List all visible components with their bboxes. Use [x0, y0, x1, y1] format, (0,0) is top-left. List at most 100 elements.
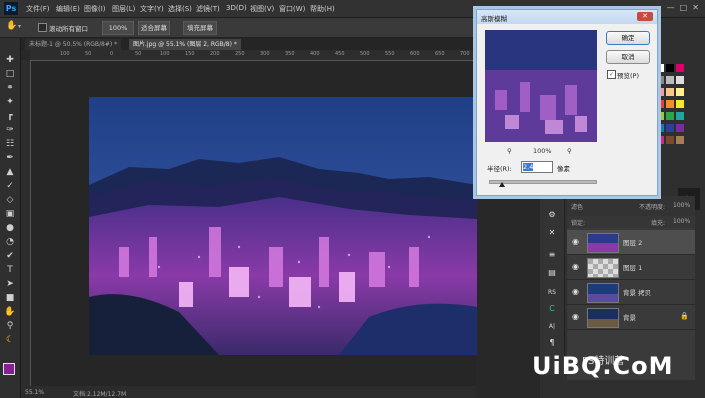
menu-select[interactable]: 选择(S)	[168, 4, 192, 14]
tools-cross-icon[interactable]: ✕	[546, 227, 558, 239]
menu-image[interactable]: 图像(I)	[84, 4, 106, 14]
crop-tool-icon[interactable]: ┏	[4, 110, 16, 122]
clone-stamp-tool-icon[interactable]: ▲	[4, 166, 16, 178]
swatch[interactable]	[666, 124, 674, 132]
layer-row[interactable]: ◉ 背景 🔒	[567, 305, 695, 330]
menu-edit[interactable]: 编辑(E)	[56, 4, 80, 14]
cancel-button[interactable]: 取消	[606, 50, 650, 64]
zoom-100-button[interactable]: 100%	[102, 21, 134, 35]
ok-button[interactable]: 确定	[606, 31, 650, 45]
fill-value[interactable]: 100%	[673, 218, 690, 225]
swatch[interactable]	[666, 64, 674, 72]
layer-row[interactable]: ◉ 图层 1	[567, 255, 695, 280]
fill-label: 填充:	[651, 220, 666, 227]
swatch[interactable]	[666, 112, 674, 120]
tool-preset-chevron-icon[interactable]: ▾	[18, 23, 21, 30]
visibility-eye-icon[interactable]: ◉	[572, 237, 579, 246]
menu-help[interactable]: 帮助(H)	[310, 4, 335, 14]
ruler-tick: 550	[385, 51, 395, 57]
history-brush-tool-icon[interactable]: ✓	[4, 180, 16, 192]
edit-toolbar-icon[interactable]: ☾	[4, 334, 16, 346]
status-zoom[interactable]: 55.1%	[25, 389, 44, 396]
document-tabs: 未标题-1 @ 50.5% (RGB/8#) * 图片.jpg @ 55.1% …	[21, 38, 476, 50]
dialog-titlebar[interactable]: 高斯模糊 ✕	[477, 10, 657, 24]
properties-icon[interactable]: ≡	[546, 249, 558, 261]
character-icon[interactable]: A|	[546, 321, 558, 333]
gaussian-blur-dialog: 高斯模糊 ✕ 确定 取消 ✓ 预览(P) ⚲ 100% ⚲ 半径(R): 2.4…	[476, 9, 658, 196]
blur-preview[interactable]	[485, 30, 597, 142]
rectangle-tool-icon[interactable]: ■	[4, 292, 16, 304]
layer-row[interactable]: ◉ 背景 拷贝	[567, 280, 695, 305]
menu-3d[interactable]: 3D(D)	[226, 4, 247, 12]
gradient-tool-icon[interactable]: ▣	[4, 208, 16, 220]
type-tool-icon[interactable]: T	[4, 264, 16, 276]
visibility-eye-icon[interactable]: ◉	[572, 262, 579, 271]
window-controls[interactable]: — □ ✕	[667, 3, 699, 12]
ruler-horizontal: 100 50 0 50 100 150 200 250 300 350 400 …	[30, 50, 476, 61]
foreground-color-swatch[interactable]	[3, 363, 15, 375]
pen-tool-icon[interactable]: ✔	[4, 250, 16, 262]
preview-checkbox[interactable]: ✓	[607, 70, 616, 79]
visibility-eye-icon[interactable]: ◉	[572, 312, 579, 321]
panel-icon-strip: ⚙ ✕ ≡ ▤ RS C A| ¶	[540, 195, 565, 375]
radius-slider-track[interactable]	[489, 180, 597, 184]
radius-slider-thumb[interactable]	[499, 182, 505, 187]
preview-label: 预览(P)	[617, 72, 639, 80]
swatch[interactable]	[676, 124, 684, 132]
blend-mode-dropdown[interactable]: 滤色	[571, 202, 583, 211]
tab-image[interactable]: 图片.jpg @ 55.1% (图层 2, RGB/8) *	[129, 39, 241, 50]
fill-screen-button[interactable]: 填充屏幕	[183, 21, 217, 35]
swatch[interactable]	[676, 112, 684, 120]
menu-filter[interactable]: 滤镜(T)	[196, 4, 220, 14]
lasso-tool-icon[interactable]: ⚭	[4, 82, 16, 94]
swatch[interactable]	[666, 136, 674, 144]
swatch[interactable]	[676, 88, 684, 96]
scroll-all-checkbox[interactable]	[38, 23, 47, 32]
c-plugin-icon[interactable]: C	[546, 303, 558, 315]
healing-brush-tool-icon[interactable]: ☷	[4, 138, 16, 150]
brush-tool-icon[interactable]: ✒	[4, 152, 16, 164]
eyedropper-tool-icon[interactable]: ✑	[4, 124, 16, 136]
eraser-tool-icon[interactable]: ◇	[4, 194, 16, 206]
quick-select-tool-icon[interactable]: ✦	[4, 96, 16, 108]
swatch[interactable]	[666, 88, 674, 96]
swatch[interactable]	[666, 100, 674, 108]
swatch[interactable]	[676, 100, 684, 108]
ruler-tick: 250	[235, 51, 245, 57]
layer-row[interactable]: ◉ 图层 2	[567, 230, 695, 255]
swatch[interactable]	[676, 76, 684, 84]
opacity-value[interactable]: 100%	[673, 202, 690, 209]
adjustments-icon[interactable]: ⚙	[546, 209, 558, 221]
tab-untitled[interactable]: 未标题-1 @ 50.5% (RGB/8#) *	[25, 39, 122, 50]
menu-layer[interactable]: 图层(L)	[112, 4, 135, 14]
ruler-tick: 400	[310, 51, 320, 57]
ruler-tick: 200	[210, 51, 220, 57]
status-bar: 55.1% 文档:2.12M/12.7M	[21, 386, 476, 398]
radius-input[interactable]: 2.4	[521, 161, 553, 173]
zoom-tool-icon[interactable]: ⚲	[4, 320, 16, 332]
menu-file[interactable]: 文件(F)	[26, 4, 50, 14]
fit-screen-button[interactable]: 适合屏幕	[138, 21, 170, 35]
city-night-photo[interactable]	[89, 97, 477, 355]
path-selection-tool-icon[interactable]: ➤	[4, 278, 16, 290]
visibility-eye-icon[interactable]: ◉	[572, 287, 579, 296]
swatch[interactable]	[676, 136, 684, 144]
move-tool-icon[interactable]: ✚	[4, 54, 16, 66]
blur-tool-icon[interactable]: ●	[4, 222, 16, 234]
close-icon[interactable]: ✕	[637, 12, 653, 21]
menu-window[interactable]: 窗口(W)	[279, 4, 305, 14]
menu-view[interactable]: 视图(V)	[250, 4, 274, 14]
dodge-tool-icon[interactable]: ◔	[4, 236, 16, 248]
swatch[interactable]	[666, 76, 674, 84]
history-icon[interactable]: ▤	[546, 267, 558, 279]
menu-type[interactable]: 文字(Y)	[140, 4, 164, 14]
paragraph-icon[interactable]: ¶	[546, 337, 558, 349]
zoom-out-icon[interactable]: ⚲	[507, 147, 512, 155]
marquee-tool-icon[interactable]: □	[4, 68, 16, 80]
tools-panel: ✚ □ ⚭ ✦ ┏ ✑ ☷ ✒ ▲ ✓ ◇ ▣ ● ◔ ✔ T ➤ ■ ✋ ⚲ …	[0, 38, 21, 398]
zoom-in-icon[interactable]: ⚲	[567, 147, 572, 155]
rs-icon[interactable]: RS	[546, 287, 558, 299]
hand-tool-icon[interactable]: ✋	[4, 306, 16, 318]
swatch[interactable]	[676, 64, 684, 72]
ruler-tick: 500	[360, 51, 370, 57]
